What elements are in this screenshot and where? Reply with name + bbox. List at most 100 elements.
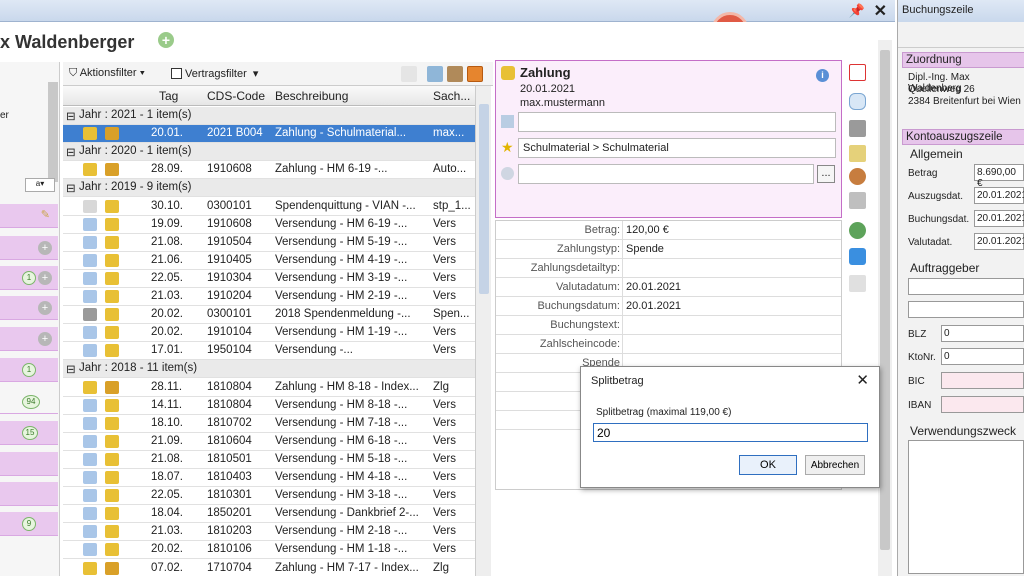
left-row[interactable]: +	[0, 236, 58, 260]
principal-field-2[interactable]	[908, 301, 1024, 318]
property-value[interactable]: 20.01.2021	[626, 300, 681, 312]
pin-icon[interactable]: 📌	[849, 3, 865, 19]
info-icon[interactable]: i	[816, 69, 829, 82]
ok-button[interactable]: OK	[739, 455, 797, 475]
left-row[interactable]: 94	[0, 390, 58, 414]
cancel-button[interactable]: Abbrechen	[805, 455, 865, 475]
left-row[interactable]: 9	[0, 512, 58, 536]
column-header-code[interactable]: CDS-Code	[207, 89, 265, 103]
purpose-field[interactable]	[908, 440, 1024, 574]
left-row[interactable]	[0, 452, 58, 476]
table-row[interactable]: 20.01. 2021 B004 Zahlung - Schulmaterial..…	[63, 125, 475, 144]
users-icon[interactable]	[849, 168, 866, 185]
booking-date-field[interactable]: 20.01.2021	[974, 210, 1024, 227]
table-row[interactable]: 20.02. 0300101 2018 Spendenmeldung -... Spe…	[63, 306, 475, 325]
property-value[interactable]: 20.01.2021	[626, 281, 681, 293]
table-row[interactable]: 18.10. 1810702 Versendung - HM 7-18 -... Ve…	[63, 415, 475, 433]
table-row[interactable]: 22.05. 1810301 Versendung - HM 3-18 -... Ve…	[63, 487, 475, 506]
split-amount-input[interactable]	[593, 423, 868, 442]
main-scrollbar[interactable]	[878, 40, 892, 576]
table-row[interactable]: 21.06. 1910405 Versendung - HM 4-19 -... Ve…	[63, 252, 475, 270]
table-row[interactable]: 17.01. 1950104 Versendung -... Vers	[63, 342, 475, 361]
left-row[interactable]: 1	[0, 358, 58, 382]
table-row[interactable]: 28.11. 1810804 Zahlung - HM 8-18 - Index..…	[63, 379, 475, 397]
bic-field[interactable]	[941, 372, 1024, 389]
export-icon[interactable]	[427, 66, 443, 82]
expand-toggle[interactable]: ⊟	[66, 181, 76, 195]
dialog-close-icon[interactable]: ✕	[856, 371, 869, 389]
column-header-sach[interactable]: Sach...	[433, 89, 470, 103]
left-row[interactable]: 15	[0, 421, 58, 445]
add-icon[interactable]: +	[158, 32, 174, 48]
contract-filter-checkbox[interactable]	[171, 68, 182, 79]
plus-icon[interactable]: +	[38, 301, 52, 315]
person-icon[interactable]	[447, 66, 463, 82]
table-row[interactable]: 28.09. 1910608 Zahlung - HM 6-19 -... Auto.…	[63, 161, 475, 180]
browse-button[interactable]: ...	[817, 165, 835, 183]
group-row[interactable]: ⊟ Jahr : 2020 - 1 item(s)	[63, 143, 475, 162]
statement-date-field[interactable]: 20.01.2021	[974, 187, 1024, 204]
expand-toggle[interactable]: ⊟	[66, 109, 76, 123]
principal-field-1[interactable]	[908, 278, 1024, 295]
value-date-field[interactable]: 20.01.2021	[974, 233, 1024, 250]
grid-tool-icon[interactable]	[401, 66, 417, 82]
edit-document-icon[interactable]	[849, 145, 866, 162]
blz-field[interactable]: 0	[941, 325, 1024, 342]
category-field[interactable]: Schulmaterial > Schulmaterial	[518, 138, 836, 158]
table-row[interactable]: 22.05. 1910304 Versendung - HM 3-19 -... Ve…	[63, 270, 475, 288]
property-value[interactable]: Spende	[626, 243, 664, 255]
table-row[interactable]: 21.09. 1810604 Versendung - HM 6-18 -... Ve…	[63, 433, 475, 451]
bank-icon[interactable]	[849, 120, 866, 137]
table-row[interactable]: 07.02. 1710704 Zahlung - HM 7-17 - Index..…	[63, 560, 475, 576]
table-row[interactable]: 14.11. 1810804 Versendung - HM 8-18 -... Ve…	[63, 397, 475, 415]
settings-icon[interactable]	[467, 66, 483, 82]
table-row[interactable]: 20.02. 1810106 Versendung - HM 1-18 -... Ve…	[63, 541, 475, 560]
split-icon[interactable]	[849, 248, 866, 265]
scroll-thumb[interactable]	[479, 104, 489, 294]
plus-icon[interactable]: +	[38, 271, 52, 285]
money-icon[interactable]	[849, 222, 866, 239]
booking-panel-title: Buchungszeile	[898, 0, 1024, 22]
table-row[interactable]: 21.08. 1910504 Versendung - HM 5-19 -... Ve…	[63, 234, 475, 252]
left-row[interactable]: 1 +	[0, 266, 58, 290]
grid-scrollbar[interactable]	[475, 86, 491, 576]
row-sach: Zlg	[433, 380, 449, 393]
close-icon[interactable]: ✕	[874, 1, 887, 21]
expand-toggle[interactable]: ⊟	[66, 145, 76, 159]
column-header-day[interactable]: Tag	[159, 89, 178, 103]
left-row[interactable]: +	[0, 296, 58, 320]
actions-filter-dropdown[interactable]: ⛉ Aktionsfilter ▾	[69, 67, 145, 80]
plus-icon[interactable]: +	[38, 332, 52, 346]
left-row[interactable]: +	[0, 327, 58, 351]
amount-field[interactable]: 8.690,00 €	[974, 164, 1024, 189]
left-combo[interactable]: a▾	[25, 178, 55, 192]
property-value[interactable]: 120,00 €	[626, 224, 669, 236]
pdf-icon[interactable]	[849, 64, 866, 81]
table-row[interactable]: 30.10. 0300101 Spendenquittung - VIAN -...…	[63, 198, 475, 216]
disabled-tool-icon[interactable]	[849, 275, 866, 292]
group-row[interactable]: ⊟ Jahr : 2019 - 9 item(s)	[63, 179, 475, 198]
table-row[interactable]: 19.09. 1910608 Versendung - HM 6-19 -... Ve…	[63, 216, 475, 234]
table-row[interactable]: 21.08. 1810501 Versendung - HM 5-18 -... Ve…	[63, 451, 475, 469]
group-row[interactable]: ⊟ Jahr : 2021 - 1 item(s)	[63, 107, 475, 125]
note-field[interactable]	[518, 112, 836, 132]
left-row[interactable]	[0, 482, 58, 506]
group-row[interactable]: ⊟ Jahr : 2018 - 11 item(s)	[63, 360, 475, 379]
table-row[interactable]: 21.03. 1810203 Versendung - HM 2-18 -... Ve…	[63, 523, 475, 542]
contract-filter-dropdown[interactable]: Vertragsfilter ▾	[171, 67, 258, 80]
scroll-thumb[interactable]	[880, 50, 890, 550]
report-icon[interactable]	[849, 192, 866, 209]
account-number-field[interactable]: 0	[941, 348, 1024, 365]
table-row[interactable]: 18.07. 1810403 Versendung - HM 4-18 -... Ve…	[63, 469, 475, 487]
comment-icon[interactable]	[849, 93, 866, 110]
expand-toggle[interactable]: ⊟	[66, 362, 76, 376]
column-header-description[interactable]: Beschreibung	[275, 89, 348, 103]
left-row[interactable]: ✎	[0, 204, 58, 228]
table-row[interactable]: 20.02. 1910104 Versendung - HM 1-19 -... Ve…	[63, 324, 475, 343]
iban-field[interactable]	[941, 396, 1024, 413]
attachment-field[interactable]	[518, 164, 814, 184]
table-row[interactable]: 21.03. 1910204 Versendung - HM 2-19 -... Ve…	[63, 288, 475, 306]
table-row[interactable]: 18.04. 1850201 Versendung - Dankbrief 2-..…	[63, 505, 475, 524]
left-scrollbar[interactable]	[48, 82, 58, 182]
plus-icon[interactable]: +	[38, 241, 52, 255]
